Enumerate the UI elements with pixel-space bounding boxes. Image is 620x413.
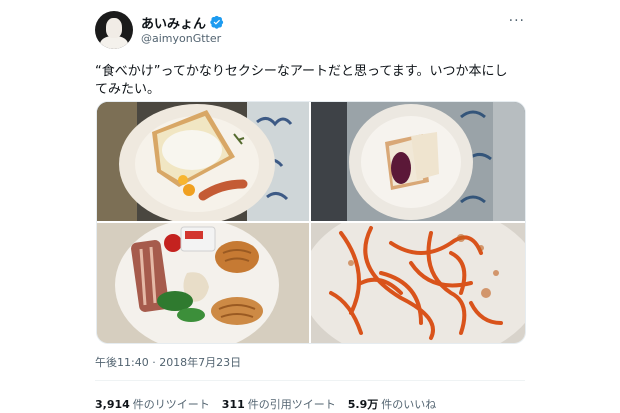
likes-label: 件のいいね [381, 398, 437, 411]
likes-count: 5.9万 [347, 398, 379, 411]
bread-with-jam-photo[interactable] [311, 102, 525, 221]
retweets-count: 3,914 [95, 398, 130, 411]
more-options-icon[interactable]: ··· [509, 13, 525, 29]
spaghetti-plate-photo[interactable] [311, 223, 525, 343]
quotes-count: 311 [221, 398, 245, 411]
breakfast-plate-photo[interactable] [97, 223, 309, 343]
half-eaten-toast-photo[interactable] [97, 102, 309, 221]
user-name-row[interactable]: あいみょん [141, 13, 224, 32]
divider [95, 380, 525, 381]
tweet-timestamp[interactable]: 午後11:40 · 2018年7月23日 [95, 354, 241, 370]
likes-stat[interactable]: 5.9万 件のいいね [348, 396, 437, 412]
avatar[interactable] [95, 11, 133, 49]
user-name[interactable]: あいみょん [141, 13, 206, 32]
retweets-label: 件のリツイート [132, 398, 210, 411]
quotes-stat[interactable]: 311 件の引用ツイート [222, 396, 336, 412]
quotes-label: 件の引用ツイート [247, 398, 336, 411]
tweet-text: “食べかけ”ってかなりセクシーなアートだと思ってます。いつか本にしてみたい。 [95, 64, 508, 97]
user-handle[interactable]: @aimyonGtter [141, 32, 221, 45]
tweet-stats: 3,914 件のリツイート 311 件の引用ツイート 5.9万 件のいいね [95, 396, 436, 412]
retweets-stat[interactable]: 3,914 件のリツイート [95, 396, 210, 412]
photo-grid [96, 101, 526, 344]
tweet-header: あいみょん @aimyonGtter ··· [95, 11, 525, 51]
verified-badge-icon [210, 15, 224, 29]
